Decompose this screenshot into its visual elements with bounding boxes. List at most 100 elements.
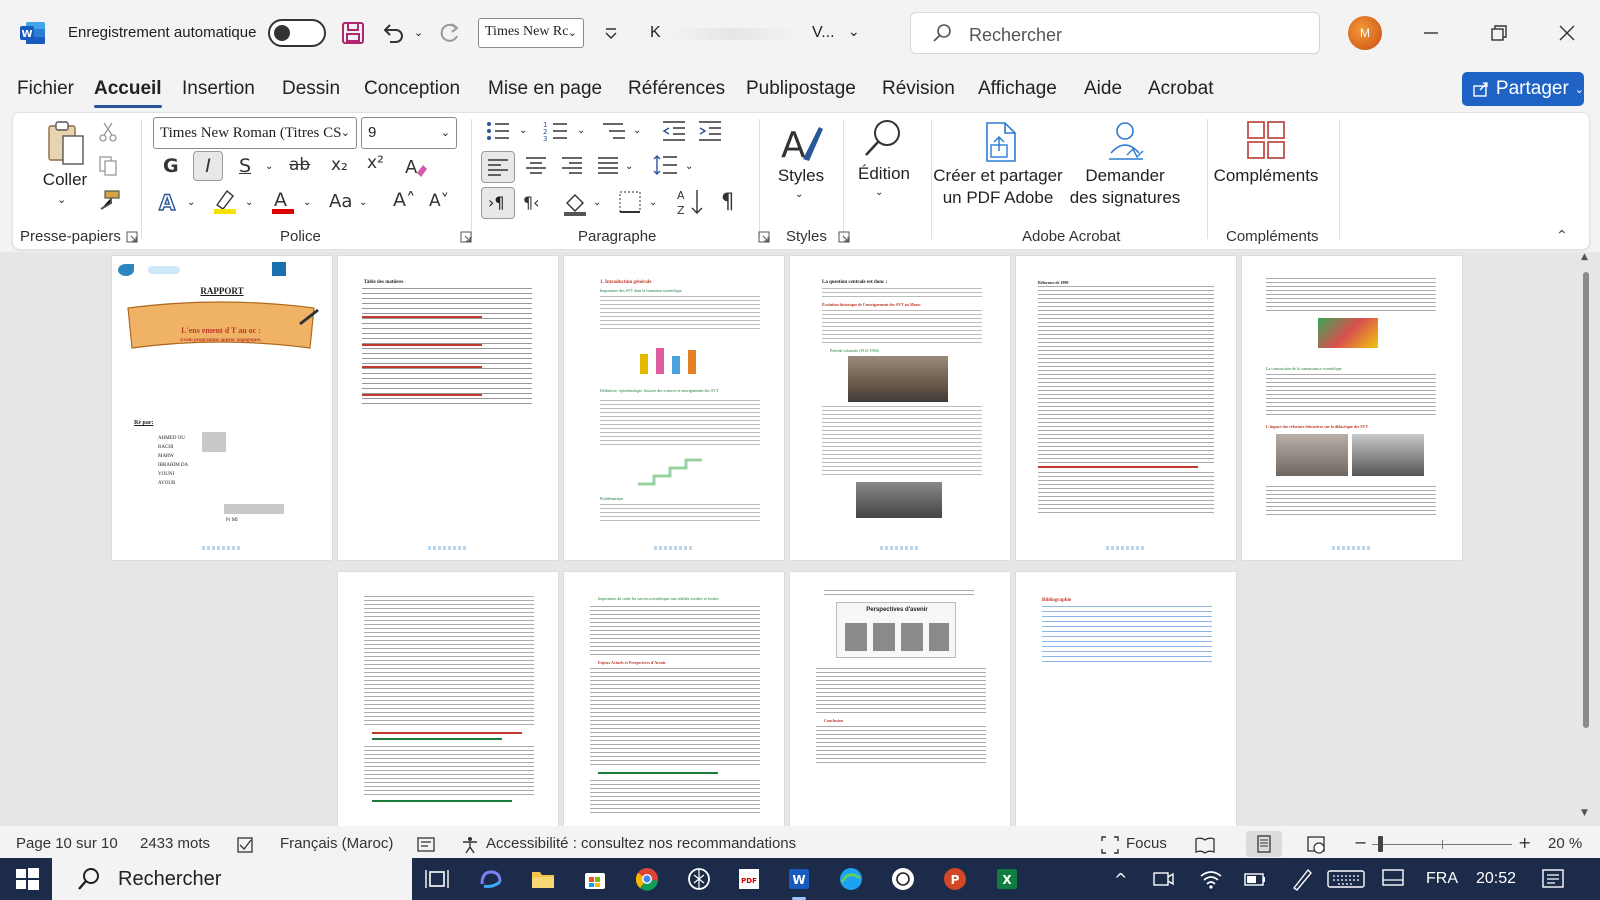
excel-icon[interactable]: X [994, 866, 1020, 892]
justify-chevron-icon[interactable]: ⌄ [625, 161, 633, 172]
highlight-chevron-icon[interactable]: ⌄ [245, 197, 253, 208]
word-taskbar-icon[interactable]: W [786, 866, 812, 892]
doc-title-start[interactable]: K [650, 24, 661, 42]
camera-icon[interactable] [1150, 866, 1176, 892]
battery-icon[interactable] [1242, 866, 1268, 892]
line-spacing-icon[interactable] [653, 153, 679, 177]
text-effects-icon[interactable]: A [157, 189, 183, 215]
doc-title-end[interactable]: V... [812, 24, 835, 42]
page-2[interactable]: Table des matières [338, 256, 558, 560]
powerpoint-icon[interactable]: P [942, 866, 968, 892]
taskbar-language[interactable]: FRA [1426, 870, 1458, 888]
styles-launcher-icon[interactable] [838, 231, 850, 243]
store-icon[interactable] [582, 866, 608, 892]
zoom-slider-thumb[interactable] [1378, 836, 1383, 852]
justify-icon[interactable] [597, 155, 619, 175]
highlight-icon[interactable] [211, 187, 239, 215]
qat-font-combo[interactable]: Times New Rc ⌄ [478, 18, 584, 48]
cut-icon[interactable] [97, 121, 119, 143]
redo-icon[interactable] [436, 20, 462, 46]
page-6[interactable]: La construction de la connaissance scien… [1242, 256, 1462, 560]
tab-revision[interactable]: Révision [882, 78, 955, 100]
numbering-chevron-icon[interactable]: ⌄ [577, 125, 585, 136]
multilevel-chevron-icon[interactable]: ⌄ [633, 125, 641, 136]
page-9[interactable]: Perspectives d'avenir Conclusion [790, 572, 1010, 826]
shrink-font-button[interactable]: A˅ [429, 191, 449, 211]
addins-label[interactable]: Compléments [1213, 165, 1319, 187]
zoom-in-icon[interactable]: + [1518, 833, 1531, 852]
doc-title-chevron-icon[interactable]: ⌄ [848, 24, 860, 40]
display-icon[interactable] [1380, 866, 1406, 892]
styles-icon[interactable]: A [779, 119, 825, 165]
page-3[interactable]: 1. Introduction générale Importance des … [564, 256, 784, 560]
status-zoom[interactable]: 20 % [1548, 835, 1582, 852]
shading-chevron-icon[interactable]: ⌄ [593, 197, 601, 208]
page-1[interactable]: RAPPORT L'ens ement d T au oc : Evolu pr… [112, 256, 332, 560]
zoom-out-icon[interactable]: − [1354, 833, 1367, 852]
bullets-icon[interactable] [485, 119, 511, 143]
status-focus[interactable]: Focus [1126, 835, 1167, 852]
copy-icon[interactable] [97, 155, 119, 177]
page-10[interactable]: Bibliographie [1016, 572, 1236, 826]
edition-chevron-icon[interactable]: ⌄ [875, 187, 883, 198]
request-signatures-icon[interactable] [1103, 119, 1149, 163]
change-case-chevron-icon[interactable]: ⌄ [359, 197, 367, 208]
page-8[interactable]: Importance du cadre les savoirs scientif… [564, 572, 784, 826]
share-button[interactable]: Partager ⌄ [1462, 72, 1584, 106]
text-effects-chevron-icon[interactable]: ⌄ [187, 197, 195, 208]
touch-keyboard-icon[interactable] [1326, 866, 1366, 892]
underline-chevron-icon[interactable]: ⌄ [265, 161, 273, 172]
signatures-line2[interactable]: des signatures [1057, 187, 1193, 209]
sort-icon[interactable]: AZ [677, 187, 705, 217]
page-7[interactable] [338, 572, 558, 826]
file-explorer-icon[interactable] [530, 866, 556, 892]
scroll-thumb[interactable] [1583, 272, 1589, 728]
grow-font-button[interactable]: A˄ [393, 189, 416, 211]
status-language[interactable]: Français (Maroc) [280, 835, 393, 852]
edition-search-icon[interactable] [861, 117, 905, 161]
chrome-icon[interactable] [634, 866, 660, 892]
paste-chevron-icon[interactable]: ⌄ [57, 193, 66, 206]
borders-icon[interactable] [617, 189, 643, 215]
italic-button[interactable]: I [193, 151, 223, 181]
tab-affichage[interactable]: Affichage [978, 78, 1057, 100]
font-color-icon[interactable]: A [269, 187, 297, 215]
tab-publipostage[interactable]: Publipostage [746, 78, 856, 100]
font-color-chevron-icon[interactable]: ⌄ [303, 197, 311, 208]
subscript-button[interactable]: x₂ [331, 155, 348, 175]
page-4[interactable]: La question centrale est donc : Évolutio… [790, 256, 1010, 560]
save-icon[interactable] [340, 20, 366, 46]
task-view-icon[interactable] [424, 866, 450, 892]
minimize-icon[interactable] [1418, 20, 1444, 46]
underline-button[interactable]: S [239, 155, 251, 177]
read-mode-icon[interactable] [1194, 835, 1216, 855]
change-case-button[interactable]: Aa [329, 191, 352, 212]
create-pdf-line2[interactable]: un PDF Adobe [933, 187, 1063, 209]
text-predictions-icon[interactable] [416, 836, 436, 854]
font-size-combo[interactable]: 9 ⌄ [361, 117, 457, 149]
rtl-icon[interactable]: ¶‹ [523, 193, 540, 212]
strikethrough-button[interactable]: ab [289, 155, 310, 175]
vertical-scrollbar[interactable]: ▲ ▼ [1580, 252, 1592, 822]
bullets-chevron-icon[interactable]: ⌄ [519, 125, 527, 136]
proofing-icon[interactable] [236, 836, 254, 854]
shading-icon[interactable] [561, 189, 589, 217]
tray-overflow-icon[interactable]: ^ [1114, 870, 1127, 889]
show-formatting-marks-icon[interactable]: ¶ [721, 189, 734, 213]
tab-aide[interactable]: Aide [1084, 78, 1122, 100]
restore-icon[interactable] [1486, 20, 1512, 46]
superscript-button[interactable]: x² [367, 153, 384, 173]
print-layout-button[interactable] [1246, 831, 1282, 857]
copilot-icon[interactable] [478, 866, 504, 892]
ltr-button[interactable]: ›¶ [481, 187, 515, 219]
chatgpt-icon[interactable] [686, 866, 712, 892]
tab-dessin[interactable]: Dessin [282, 78, 340, 100]
tab-fichier[interactable]: Fichier [17, 78, 74, 100]
clipboard-launcher-icon[interactable] [126, 231, 138, 243]
taskbar-search[interactable]: Rechercher [52, 858, 412, 900]
pen-icon[interactable] [1288, 866, 1314, 892]
signatures-line1[interactable]: Demander [1057, 165, 1193, 187]
styles-chevron-icon[interactable]: ⌄ [795, 189, 803, 200]
undo-icon[interactable] [380, 20, 406, 46]
bold-button[interactable]: G [163, 155, 179, 177]
